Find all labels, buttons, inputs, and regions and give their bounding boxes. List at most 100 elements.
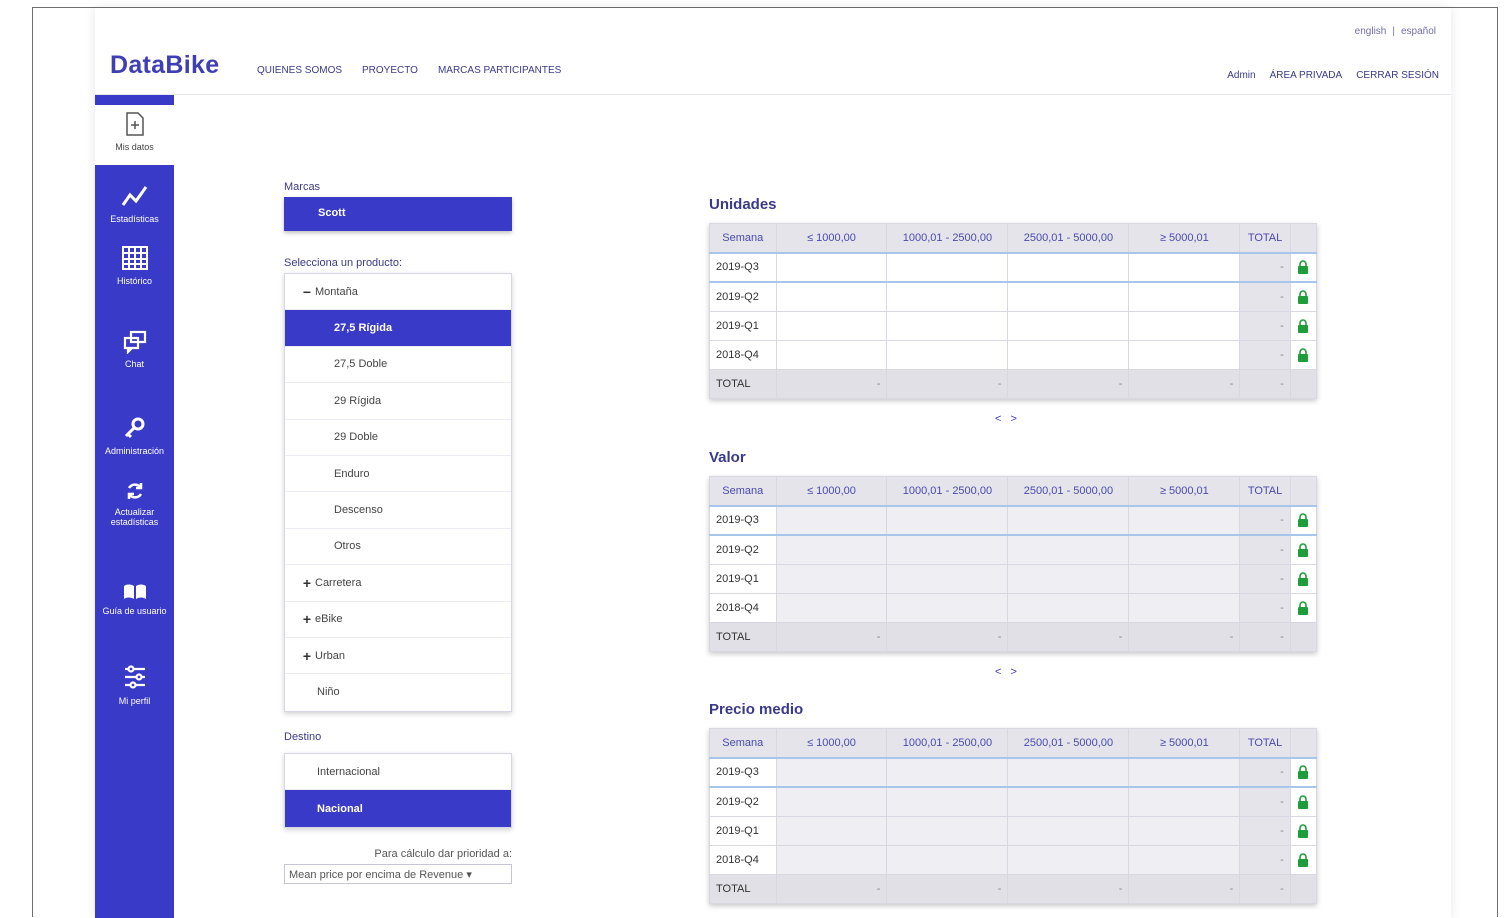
lang-english[interactable]: english xyxy=(1355,26,1387,37)
table-row: 2019-Q3 - xyxy=(709,251,1318,283)
language-switcher: english | español xyxy=(1352,26,1439,37)
input-cell[interactable] xyxy=(1007,251,1130,283)
sidebar-item-mis-datos[interactable]: Mis datos xyxy=(95,105,174,165)
destino-nacional[interactable]: Nacional xyxy=(285,790,511,827)
tree-item-27-5-rigida[interactable]: 27,5 Rígida xyxy=(285,310,511,347)
tree-item-otros[interactable]: Otros xyxy=(285,529,511,566)
product-label: Selecciona un producto: xyxy=(284,257,403,269)
input-cell xyxy=(1007,756,1130,788)
table-row: 2019-Q2 - xyxy=(709,786,1318,817)
column-header: ≤ 1000,00 xyxy=(775,222,888,254)
destino-internacional[interactable]: Internacional xyxy=(285,754,511,791)
nav-proyecto[interactable]: PROYECTO xyxy=(362,65,418,76)
row-total: - xyxy=(1239,504,1291,536)
input-cell[interactable] xyxy=(1007,310,1130,341)
lock-icon[interactable] xyxy=(1289,339,1318,370)
table-unidades: Semana ≤ 1000,00 1000,01 - 2500,00 2500,01 … xyxy=(709,222,1318,400)
lock-icon[interactable] xyxy=(1289,786,1318,817)
input-cell[interactable] xyxy=(1007,339,1130,370)
input-cell xyxy=(1128,815,1241,846)
input-cell[interactable] xyxy=(886,281,1009,312)
lang-spanish[interactable]: español xyxy=(1401,26,1436,37)
column-header: Semana xyxy=(709,475,777,507)
grand-total: - xyxy=(1239,873,1291,905)
input-cell[interactable] xyxy=(775,281,888,312)
input-cell[interactable] xyxy=(775,310,888,341)
lock-icon[interactable] xyxy=(1289,563,1318,594)
input-cell[interactable] xyxy=(1128,281,1241,312)
sidebar-label: Mis datos xyxy=(115,142,154,152)
lock-icon[interactable] xyxy=(1289,844,1318,875)
lock-icon[interactable] xyxy=(1289,815,1318,846)
input-cell[interactable] xyxy=(1128,310,1241,341)
tree-item-urban[interactable]: + Urban xyxy=(285,638,511,675)
input-cell[interactable] xyxy=(886,251,1009,283)
tree-item-enduro[interactable]: Enduro xyxy=(285,456,511,493)
line-chart-icon xyxy=(95,183,174,211)
input-cell[interactable] xyxy=(886,339,1009,370)
pager-valor[interactable]: < > xyxy=(995,666,1020,678)
tree-item-carretera[interactable]: + Carretera xyxy=(285,565,511,602)
table-total-row: TOTAL - - - - - xyxy=(709,873,1318,905)
input-cell xyxy=(886,815,1009,846)
input-cell[interactable] xyxy=(1128,251,1241,283)
lock-icon[interactable] xyxy=(1289,281,1318,312)
lock-column-header xyxy=(1289,222,1318,254)
tree-item-29-rigida[interactable]: 29 Rígida xyxy=(285,383,511,420)
pager-unidades[interactable]: < > xyxy=(995,413,1020,425)
column-total: - xyxy=(775,368,888,400)
sidebar-item-mi-perfil[interactable]: Mi perfil xyxy=(95,663,174,706)
app-container: english | español DataBike QUIENES SOMOS PR… xyxy=(95,8,1451,918)
refresh-icon xyxy=(95,480,174,504)
lock-icon[interactable] xyxy=(1289,592,1318,623)
logo[interactable]: DataBike xyxy=(110,51,219,80)
input-cell[interactable] xyxy=(886,310,1009,341)
input-cell[interactable] xyxy=(775,251,888,283)
table-row: 2018-Q4 - xyxy=(709,844,1318,875)
column-header: Semana xyxy=(709,727,777,759)
row-total: - xyxy=(1239,592,1291,623)
column-header: 1000,01 - 2500,00 xyxy=(886,222,1009,254)
lock-icon[interactable] xyxy=(1289,310,1318,341)
table-row: 2019-Q3 - xyxy=(709,756,1318,788)
priority-select[interactable]: Mean price por encima de Revenue ▾ xyxy=(284,864,512,884)
sidebar-item-actualizar[interactable]: Actualizar estadísticas xyxy=(95,480,174,527)
private-area-link[interactable]: ÁREA PRIVADA xyxy=(1270,70,1343,81)
sidebar-item-chat[interactable]: Chat xyxy=(95,330,174,369)
sidebar-label: Mi perfil xyxy=(118,696,151,706)
tree-item-29-doble[interactable]: 29 Doble xyxy=(285,420,511,456)
lock-icon[interactable] xyxy=(1289,251,1318,283)
nav-quienes-somos[interactable]: QUIENES SOMOS xyxy=(257,65,342,76)
sidebar-item-estadisticas[interactable]: Estadísticas xyxy=(95,183,174,224)
logout-link[interactable]: CERRAR SESIÓN xyxy=(1356,70,1439,81)
tree-item-nino[interactable]: Niño xyxy=(285,674,511,710)
lock-icon[interactable] xyxy=(1289,504,1318,536)
tree-item-montana[interactable]: − Montaña xyxy=(285,274,511,311)
brand-select[interactable]: Scott xyxy=(284,197,512,231)
input-cell xyxy=(886,786,1009,817)
lock-icon[interactable] xyxy=(1289,756,1318,788)
nav-marcas[interactable]: MARCAS PARTICIPANTES xyxy=(438,65,561,76)
tree-item-27-5-doble[interactable]: 27,5 Doble xyxy=(285,347,511,384)
row-label: 2018-Q4 xyxy=(709,844,777,875)
sidebar-label: Administración xyxy=(104,446,165,456)
sidebar-label: Chat xyxy=(124,359,144,369)
input-cell[interactable] xyxy=(1007,281,1130,312)
tree-item-ebike[interactable]: + eBike xyxy=(285,602,511,638)
input-cell[interactable] xyxy=(1128,339,1241,370)
tree-item-label: Montaña xyxy=(315,285,358,298)
sidebar-item-administracion[interactable]: Administración xyxy=(95,415,174,456)
input-cell xyxy=(886,563,1009,594)
input-cell[interactable] xyxy=(775,339,888,370)
table-total-row: TOTAL - - - - - xyxy=(709,368,1318,400)
sidebar-item-historico[interactable]: Histórico xyxy=(95,245,174,286)
input-cell xyxy=(1128,592,1241,623)
lock-icon[interactable] xyxy=(1289,534,1318,565)
tree-item-descenso[interactable]: Descenso xyxy=(285,492,511,529)
sidebar-item-guia[interactable]: Guía de usuario xyxy=(95,583,174,616)
table-row: 2019-Q1 - xyxy=(709,815,1318,846)
tree-item-label: Urban xyxy=(315,649,345,662)
input-cell xyxy=(1128,504,1241,536)
row-total: - xyxy=(1239,310,1291,341)
table-header-row: Semana ≤ 1000,00 1000,01 - 2500,00 2500,01 … xyxy=(709,222,1318,254)
